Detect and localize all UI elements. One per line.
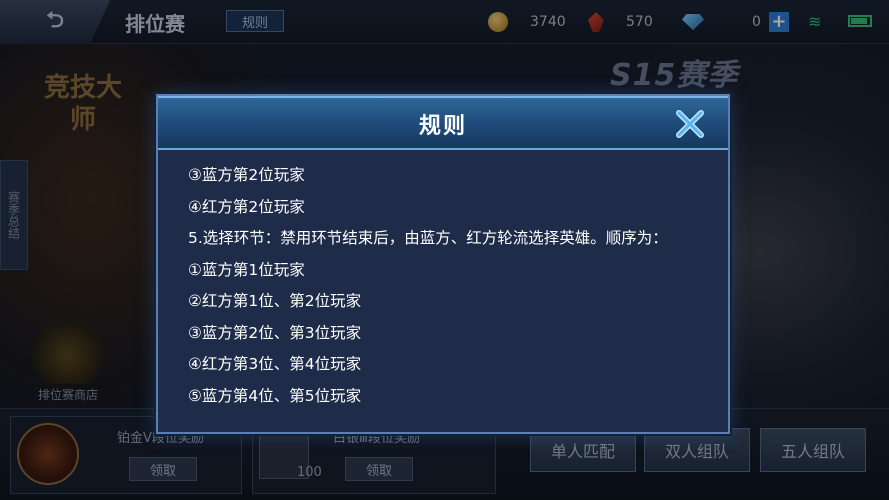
rules-content[interactable]: ③蓝方第2位玩家 ④红方第2位玩家 5.选择环节：禁用环节结束后，由蓝方、红方轮… [188, 160, 708, 426]
rule-line: ③蓝方第2位玩家 [188, 166, 305, 184]
close-x-icon [676, 110, 704, 138]
rule-line: ④红方第2位玩家 [188, 197, 305, 216]
rule-line: ①蓝方第1位玩家 [188, 260, 305, 279]
rule-line: 5.选择环节：禁用环节结束后，由蓝方、红方轮流选择英雄。顺序为： [188, 229, 668, 247]
rule-line: ④红方第3位、第4位玩家 [188, 355, 362, 373]
rules-dialog: 规则 ③蓝方第2位玩家 ④红方第2位玩家 5.选择环节：禁用环节结束后，由蓝方、… [156, 94, 730, 434]
close-button[interactable] [670, 104, 710, 144]
rule-line: ②红方第1位、第2位玩家 [188, 292, 362, 310]
rule-line: ⑤蓝方第4位、第5位玩家 [188, 386, 362, 405]
dialog-header: 规则 [158, 96, 728, 150]
rule-line: ③蓝方第2位、第3位玩家 [188, 323, 362, 342]
dialog-title: 规则 [418, 114, 467, 139]
